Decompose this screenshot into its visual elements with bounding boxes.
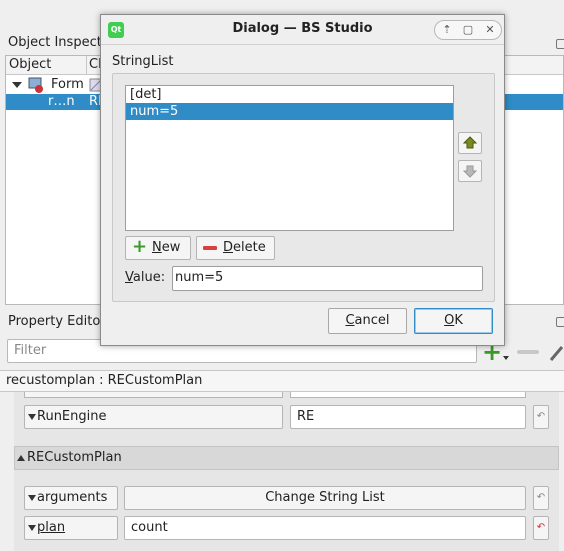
- cancel-button[interactable]: Cancel: [328, 308, 407, 334]
- string-list[interactable]: [det] num=5: [125, 85, 454, 231]
- remove-property-icon[interactable]: [517, 350, 539, 354]
- mnemonic: O: [444, 313, 455, 328]
- maximize-icon[interactable]: ▢: [459, 22, 477, 38]
- button-label: K: [454, 313, 463, 328]
- dropdown-arrow-icon[interactable]: [503, 356, 509, 360]
- group-title: StringList: [112, 54, 174, 69]
- property-editor-path: recustomplan : RECustomPlan: [0, 370, 564, 392]
- value-label: Value:: [125, 270, 165, 285]
- expand-arrow-icon[interactable]: [12, 82, 22, 88]
- dialog-titlebar[interactable]: Qt Dialog — BS Studio ⇡ ▢ ✕: [101, 15, 504, 45]
- collapse-arrow-icon: [28, 525, 36, 531]
- plus-icon: +: [132, 236, 148, 257]
- arrow-down-icon: [462, 165, 478, 178]
- float-panel-icon[interactable]: [556, 317, 564, 327]
- window-controls: ⇡ ▢ ✕: [434, 20, 502, 40]
- new-item-button[interactable]: + New: [125, 236, 191, 260]
- string-list-group: [det] num=5 + New Delete Value: num=5: [112, 73, 495, 302]
- mnemonic: C: [345, 313, 355, 328]
- column-header-object[interactable]: Object: [9, 57, 51, 72]
- move-up-button[interactable]: [458, 132, 482, 154]
- button-label: ew: [161, 240, 181, 255]
- tree-row-label: Form: [51, 77, 84, 92]
- mnemonic: D: [223, 240, 234, 255]
- collapse-arrow-icon: [28, 414, 36, 420]
- value-input[interactable]: num=5: [172, 266, 483, 291]
- float-panel-icon[interactable]: [556, 39, 564, 49]
- button-label: elete: [233, 240, 266, 255]
- minus-icon: [203, 246, 217, 250]
- property-label-text: RunEngine: [37, 409, 107, 424]
- property-value-plan[interactable]: count: [124, 516, 526, 540]
- mnemonic: V: [125, 270, 133, 285]
- property-group-recustomplan[interactable]: RECustomPlan: [14, 446, 559, 470]
- property-editor-title: Property Editor: [8, 314, 106, 329]
- wrench-icon[interactable]: [549, 344, 564, 362]
- reset-property-icon[interactable]: ↶: [533, 405, 549, 429]
- property-label-runengine[interactable]: RunEngine: [24, 405, 283, 429]
- property-label-arguments[interactable]: arguments: [24, 486, 118, 510]
- property-value-runengine[interactable]: RE: [290, 405, 526, 429]
- change-string-list-button[interactable]: Change String List: [124, 486, 526, 510]
- button-label: ancel: [354, 313, 390, 328]
- reset-property-icon[interactable]: ↶: [533, 486, 549, 510]
- keep-above-icon[interactable]: ⇡: [438, 22, 456, 38]
- arrow-up-icon: [462, 136, 478, 149]
- mnemonic: N: [152, 240, 162, 255]
- close-icon[interactable]: ✕: [481, 22, 499, 38]
- collapse-arrow-icon: [28, 495, 36, 501]
- move-down-button[interactable]: [458, 160, 482, 182]
- list-item[interactable]: [det]: [126, 86, 453, 103]
- property-group-label: RECustomPlan: [27, 450, 122, 465]
- form-icon: [28, 77, 43, 93]
- property-label-plan[interactable]: plan: [24, 516, 118, 540]
- string-list-dialog: Qt Dialog — BS Studio ⇡ ▢ ✕ StringList […: [100, 14, 505, 346]
- reset-property-icon[interactable]: ↶: [533, 516, 549, 540]
- property-row-partial: [24, 392, 283, 398]
- property-label-text: plan: [37, 520, 66, 535]
- collapse-group-icon: [17, 455, 25, 461]
- tree-row-label: r…n: [48, 94, 75, 109]
- property-value-partial: [290, 392, 526, 398]
- ok-button[interactable]: OK: [414, 308, 493, 334]
- list-item-selected[interactable]: num=5: [126, 103, 453, 120]
- property-label-text: arguments: [37, 490, 108, 505]
- delete-item-button[interactable]: Delete: [196, 236, 275, 260]
- label-text: alue:: [132, 270, 166, 285]
